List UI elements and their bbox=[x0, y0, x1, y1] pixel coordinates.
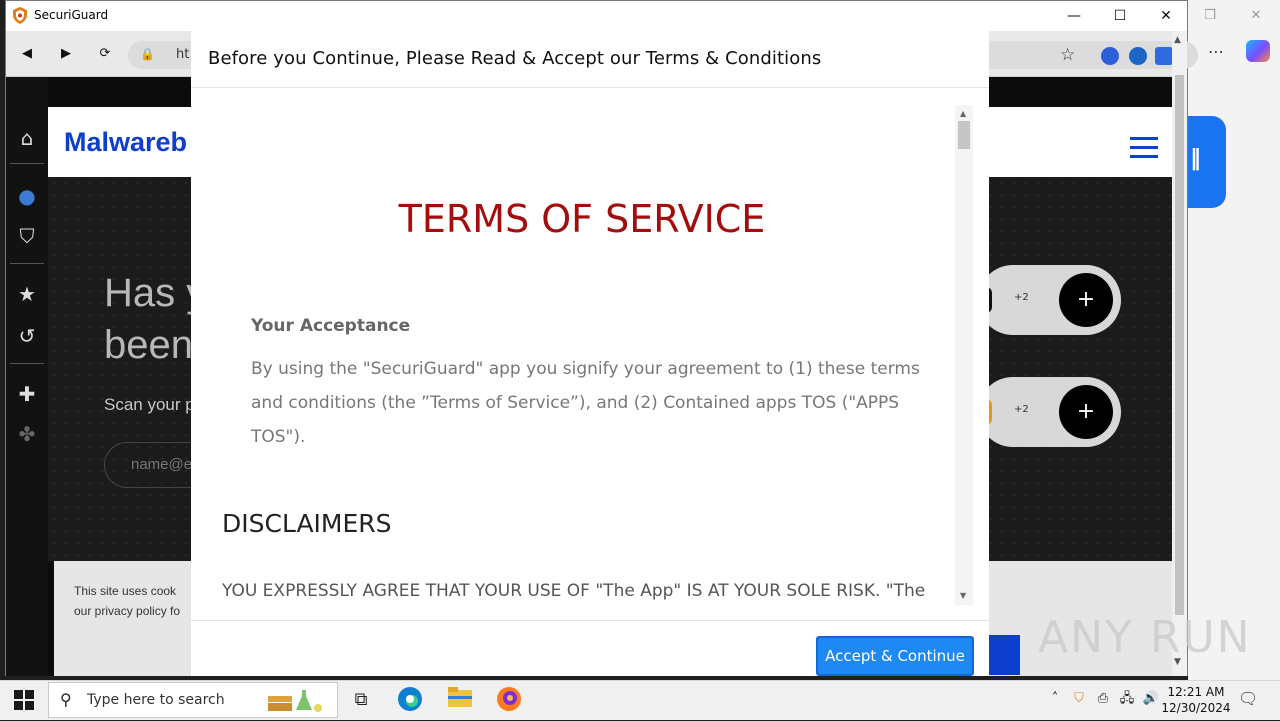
forward-button[interactable]: ▶ bbox=[55, 43, 77, 65]
network-icon[interactable]: 🖧 bbox=[1118, 690, 1136, 708]
accept-continue-button[interactable]: Accept & Continue bbox=[816, 636, 974, 676]
terms-content[interactable]: TERMS OF SERVICE Your Acceptance By usin… bbox=[191, 105, 973, 605]
clock-time: 12:21 AM bbox=[1167, 685, 1225, 699]
window-title: SecuriGuard bbox=[34, 8, 109, 22]
clock[interactable]: 12:21 AM 12/30/2024 bbox=[1160, 684, 1232, 716]
clock-date: 12/30/2024 bbox=[1161, 701, 1231, 715]
add-button[interactable]: + bbox=[1059, 385, 1113, 439]
scroll-up-icon[interactable]: ▲ bbox=[960, 109, 966, 118]
windows-start-icon[interactable] bbox=[14, 690, 34, 710]
background-browser-window: ❐ ✕ ⋯ bbox=[1188, 0, 1280, 680]
more-options-icon[interactable]: ⋯ bbox=[1202, 40, 1230, 64]
file-explorer-icon[interactable] bbox=[446, 686, 474, 714]
terms-scrollbar[interactable]: ▲ ▼ bbox=[955, 105, 973, 605]
search-icon: ⚲ bbox=[60, 690, 72, 709]
user-icon[interactable]: ● bbox=[14, 183, 40, 209]
shield-icon[interactable]: ⛉ bbox=[14, 223, 40, 249]
acceptance-heading: Your Acceptance bbox=[251, 316, 411, 336]
scroll-down-icon[interactable]: ▼ bbox=[960, 591, 966, 600]
pause-icon: ‖ bbox=[1190, 146, 1201, 171]
disclaimers-heading: DISCLAIMERS bbox=[222, 509, 392, 538]
app-sidebar: ⌂ ● ⛉ ★ ↺ ✚ ✤ bbox=[6, 77, 48, 676]
modal-title: Before you Continue, Please Read & Accep… bbox=[208, 48, 822, 69]
card-count: +2 bbox=[1014, 404, 1029, 415]
disclaimers-body: YOU EXPRESSLY AGREE THAT YOUR USE OF "Th… bbox=[222, 581, 926, 601]
extension-icon[interactable] bbox=[1155, 47, 1173, 65]
scroll-thumb[interactable] bbox=[958, 121, 970, 149]
scroll-thumb[interactable] bbox=[1175, 75, 1184, 615]
home-icon[interactable]: ⌂ bbox=[14, 125, 40, 151]
anyrun-watermark: ANY RUN bbox=[1038, 612, 1252, 663]
reload-button[interactable]: ⟳ bbox=[94, 43, 116, 65]
malwarebytes-logo[interactable]: Malwareb bbox=[64, 127, 187, 158]
search-placeholder: Type here to search bbox=[87, 692, 225, 708]
star-icon[interactable]: ★ bbox=[14, 281, 40, 307]
maximize-button[interactable]: ☐ bbox=[1097, 1, 1143, 31]
hamburger-menu-icon[interactable] bbox=[1130, 137, 1158, 159]
title-bar: SecuriGuard — ☐ ✕ bbox=[6, 1, 1187, 31]
divider bbox=[10, 163, 44, 164]
modal-header: Before you Continue, Please Read & Accep… bbox=[191, 31, 989, 88]
volume-icon[interactable]: 🔊 bbox=[1142, 690, 1160, 708]
back-button[interactable]: ◀ bbox=[16, 43, 38, 65]
divider bbox=[10, 363, 44, 364]
url-text: ht bbox=[176, 47, 190, 62]
puzzle-icon[interactable]: ✤ bbox=[14, 421, 40, 447]
tos-heading: TERMS OF SERVICE bbox=[398, 197, 766, 241]
scroll-up-icon[interactable]: ▲ bbox=[1174, 35, 1181, 45]
terms-modal: Before you Continue, Please Read & Accep… bbox=[191, 31, 989, 676]
add-button[interactable]: + bbox=[1059, 273, 1113, 327]
extension-icon[interactable] bbox=[1129, 47, 1147, 65]
card-count: +2 bbox=[1014, 292, 1029, 303]
copilot-icon[interactable] bbox=[1246, 40, 1270, 62]
securiguard-shield-icon bbox=[13, 7, 27, 24]
notification-icon[interactable]: 🗨 bbox=[1238, 690, 1258, 708]
task-view-icon[interactable]: ⧉ bbox=[347, 686, 375, 714]
add-icon[interactable]: ✚ bbox=[14, 381, 40, 407]
extension-icon[interactable] bbox=[1101, 47, 1119, 65]
device-icon[interactable]: ⎙ bbox=[1094, 690, 1112, 708]
firefox-icon[interactable] bbox=[495, 686, 523, 714]
divider bbox=[10, 263, 44, 264]
minimize-button[interactable]: — bbox=[1051, 1, 1097, 31]
page-scrollbar[interactable]: ▲ ▼ bbox=[1172, 31, 1187, 676]
lock-icon: 🔒 bbox=[140, 47, 155, 61]
securiguard-tray-icon[interactable]: ⛉ bbox=[1070, 690, 1088, 708]
breach-card: +2 + bbox=[978, 265, 1121, 335]
acceptance-body: By using the "SecuriGuard" app you signi… bbox=[251, 359, 920, 447]
background-blue-card: ‖ bbox=[1188, 116, 1226, 208]
breach-card: ts +2 + bbox=[978, 377, 1121, 447]
bookmark-star-icon[interactable]: ☆ bbox=[1060, 45, 1075, 65]
close-button[interactable]: ✕ bbox=[1143, 1, 1189, 31]
show-hidden-icons-chevron-icon[interactable]: ˄ bbox=[1046, 690, 1064, 708]
hero-subtitle: Scan your p bbox=[104, 395, 195, 414]
close-icon[interactable]: ✕ bbox=[1246, 6, 1266, 26]
search-highlight-icon bbox=[268, 690, 322, 712]
history-icon[interactable]: ↺ bbox=[14, 323, 40, 349]
edge-browser-icon[interactable] bbox=[396, 686, 424, 714]
restore-icon[interactable]: ❐ bbox=[1200, 6, 1220, 26]
